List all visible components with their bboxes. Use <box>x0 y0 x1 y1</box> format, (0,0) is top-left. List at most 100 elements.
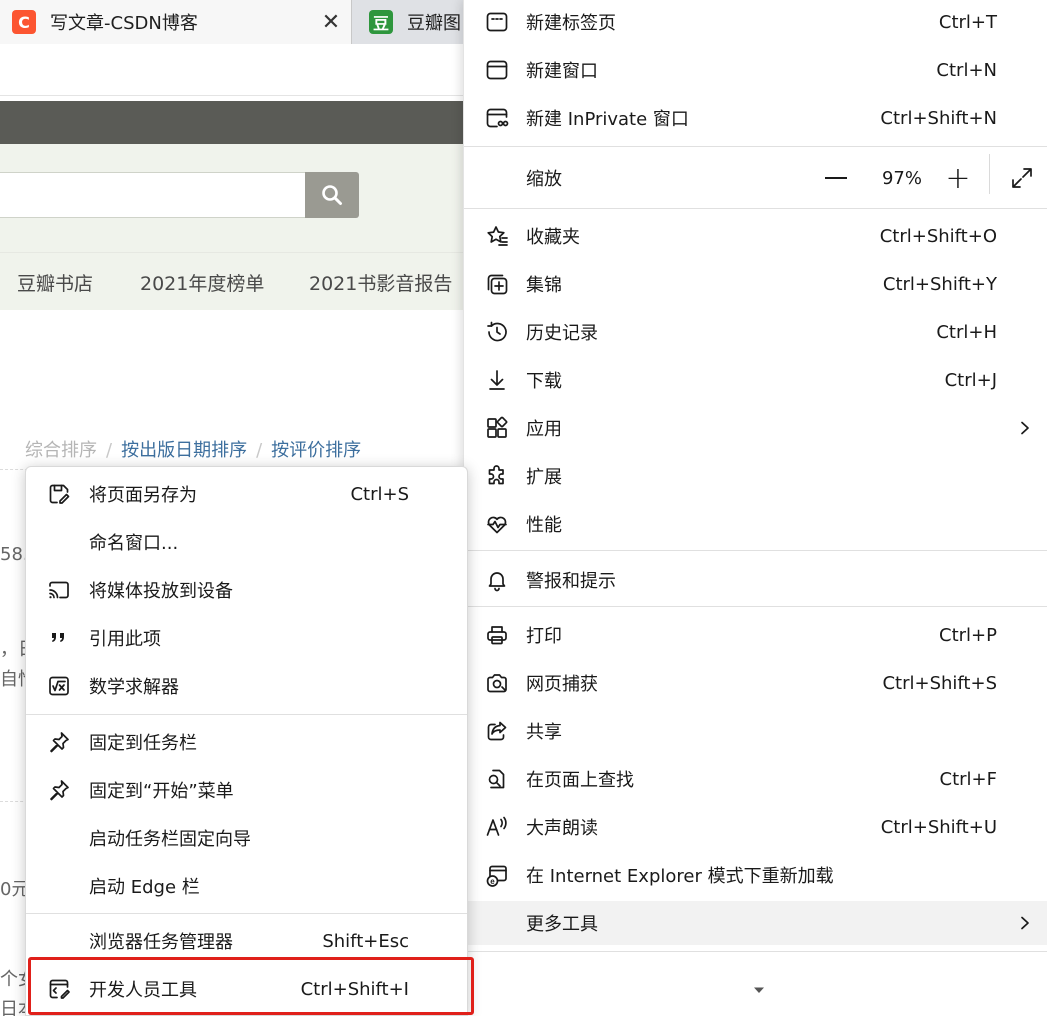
menu-performance[interactable]: 性能 <box>464 502 1047 546</box>
new-tab-icon <box>484 9 510 35</box>
tab-douban[interactable]: 豆 豆瓣图 <box>355 0 475 44</box>
search-button[interactable] <box>305 172 359 218</box>
new-window-icon <box>484 57 510 83</box>
menu-new-tab[interactable]: 新建标签页 Ctrl+T <box>464 0 1047 44</box>
menu-shortcut: Ctrl+F <box>939 768 997 790</box>
menu-ie-mode[interactable]: e 在 Internet Explorer 模式下重新加载 <box>464 853 1047 897</box>
menu-label: 网页捕获 <box>526 674 598 695</box>
zoom-level: 97% <box>881 167 922 189</box>
sort-bar: 综合排序 / 按出版日期排序 / 按评价排序 <box>25 436 361 462</box>
menu-pin-taskbar[interactable]: 固定到任务栏 <box>26 720 467 764</box>
menu-shortcut: Ctrl+T <box>938 11 997 33</box>
menu-developer-tools[interactable]: 开发人员工具 Ctrl+Shift+I <box>26 967 467 1011</box>
menu-label: 新建 InPrivate 窗口 <box>526 109 689 130</box>
menu-label: 固定到任务栏 <box>89 733 197 754</box>
menu-history[interactable]: 历史记录 Ctrl+H <box>464 310 1047 354</box>
more-tools-submenu: 将页面另存为 Ctrl+S 命名窗口... 将媒体投放到设备 引用此项 数学求解… <box>25 466 468 1016</box>
menu-shortcut: Shift+Esc <box>322 930 409 952</box>
menu-shortcut: Ctrl+P <box>939 624 997 646</box>
menu-task-manager[interactable]: 浏览器任务管理器 Shift+Esc <box>26 919 467 963</box>
pin-icon <box>46 777 72 803</box>
menu-cast-media[interactable]: 将媒体投放到设备 <box>26 568 467 612</box>
menu-new-window[interactable]: 新建窗口 Ctrl+N <box>464 48 1047 92</box>
menu-math-solver[interactable]: 数学求解器 <box>26 664 467 708</box>
menu-pin-start[interactable]: 固定到“开始”菜单 <box>26 768 467 812</box>
menu-shortcut: Ctrl+Shift+N <box>880 107 997 129</box>
save-icon <box>46 481 72 507</box>
menu-extensions[interactable]: 扩展 <box>464 454 1047 498</box>
menu-shortcut: Ctrl+S <box>350 483 409 505</box>
menu-separator <box>464 146 1047 147</box>
zoom-in-button[interactable]: + <box>936 148 980 208</box>
menu-taskbar-wizard[interactable]: 启动任务栏固定向导 <box>26 816 467 860</box>
scroll-down-icon[interactable] <box>753 986 765 994</box>
sort-default[interactable]: 综合排序 <box>25 440 97 461</box>
svg-text:e: e <box>490 877 495 886</box>
menu-label: 在 Internet Explorer 模式下重新加载 <box>526 866 834 887</box>
favorites-star-icon <box>484 223 510 249</box>
menu-label: 共享 <box>526 722 562 743</box>
menu-label: 警报和提示 <box>526 571 616 592</box>
tab-title: 写文章-CSDN博客 <box>50 13 198 34</box>
menu-favorites[interactable]: 收藏夹 Ctrl+Shift+O <box>464 214 1047 258</box>
heartbeat-icon <box>484 511 510 537</box>
nav-annual-report[interactable]: 2021书影音报告 <box>309 269 452 296</box>
menu-shortcut: Ctrl+Shift+O <box>879 225 997 247</box>
nav-bookstore[interactable]: 豆瓣书店 <box>17 269 93 296</box>
menu-label: 开发人员工具 <box>89 980 197 1001</box>
menu-new-inprivate-window[interactable]: 新建 InPrivate 窗口 Ctrl+Shift+N <box>464 96 1047 140</box>
menu-label: 启动 Edge 栏 <box>89 877 200 898</box>
search-icon <box>322 185 342 205</box>
find-icon <box>484 766 510 792</box>
menu-label: 集锦 <box>526 275 562 296</box>
sort-by-rating[interactable]: 按评价排序 <box>271 440 361 461</box>
menu-edge-bar[interactable]: 启动 Edge 栏 <box>26 864 467 908</box>
zoom-out-button[interactable] <box>814 148 858 208</box>
menu-cite[interactable]: 引用此项 <box>26 616 467 660</box>
fullscreen-icon[interactable] <box>1006 148 1038 208</box>
menu-shortcut: Ctrl+H <box>936 321 997 343</box>
sort-by-date[interactable]: 按出版日期排序 <box>121 440 247 461</box>
menu-label: 浏览器任务管理器 <box>89 932 233 953</box>
menu-label: 新建窗口 <box>526 61 598 82</box>
menu-find-on-page[interactable]: 在页面上查找 Ctrl+F <box>464 757 1047 801</box>
search-input[interactable] <box>0 172 306 218</box>
menu-shortcut: Ctrl+Shift+S <box>882 672 997 694</box>
menu-read-aloud[interactable]: 大声朗读 Ctrl+Shift+U <box>464 805 1047 849</box>
math-solver-icon <box>46 673 72 699</box>
menu-separator <box>464 606 1047 607</box>
menu-label: 命名窗口... <box>89 533 179 554</box>
share-icon <box>484 718 510 744</box>
menu-label: 历史记录 <box>526 323 598 344</box>
pin-icon <box>46 729 72 755</box>
menu-print[interactable]: 打印 Ctrl+P <box>464 613 1047 657</box>
menu-collections[interactable]: 集锦 Ctrl+Shift+Y <box>464 262 1047 306</box>
menu-separator <box>26 714 467 715</box>
menu-separator <box>464 951 1047 952</box>
tab-csdn[interactable]: C 写文章-CSDN博客 ✕ <box>0 0 352 44</box>
printer-icon <box>484 622 510 648</box>
menu-web-capture[interactable]: 网页捕获 Ctrl+Shift+S <box>464 661 1047 705</box>
menu-save-page-as[interactable]: 将页面另存为 Ctrl+S <box>26 472 467 516</box>
puzzle-icon <box>484 463 510 489</box>
menu-apps[interactable]: 应用 <box>464 406 1047 450</box>
menu-label: 数学求解器 <box>89 677 179 698</box>
menu-label: 大声朗读 <box>526 818 598 839</box>
menu-shortcut: Ctrl+Shift+Y <box>882 273 997 295</box>
menu-label: 固定到“开始”菜单 <box>89 781 234 802</box>
nav-annual-list[interactable]: 2021年度榜单 <box>140 269 264 296</box>
menu-label: 性能 <box>526 515 562 536</box>
menu-name-window[interactable]: 命名窗口... <box>26 520 467 564</box>
menu-shortcut: Ctrl+Shift+U <box>880 816 997 838</box>
bell-icon <box>484 567 510 593</box>
menu-alerts[interactable]: 警报和提示 <box>464 558 1047 602</box>
menu-shortcut: Ctrl+N <box>936 59 997 81</box>
menu-label: 更多工具 <box>526 914 598 935</box>
menu-label: 启动任务栏固定向导 <box>89 829 251 850</box>
tab-close-icon[interactable]: ✕ <box>311 10 351 35</box>
browser-settings-menu: 新建标签页 Ctrl+T 新建窗口 Ctrl+N 新建 InPrivate 窗口… <box>463 0 1047 1016</box>
menu-share[interactable]: 共享 <box>464 709 1047 753</box>
menu-downloads[interactable]: 下载 Ctrl+J <box>464 358 1047 402</box>
menu-more-tools[interactable]: 更多工具 <box>464 901 1047 945</box>
menu-label: 将媒体投放到设备 <box>89 581 233 602</box>
